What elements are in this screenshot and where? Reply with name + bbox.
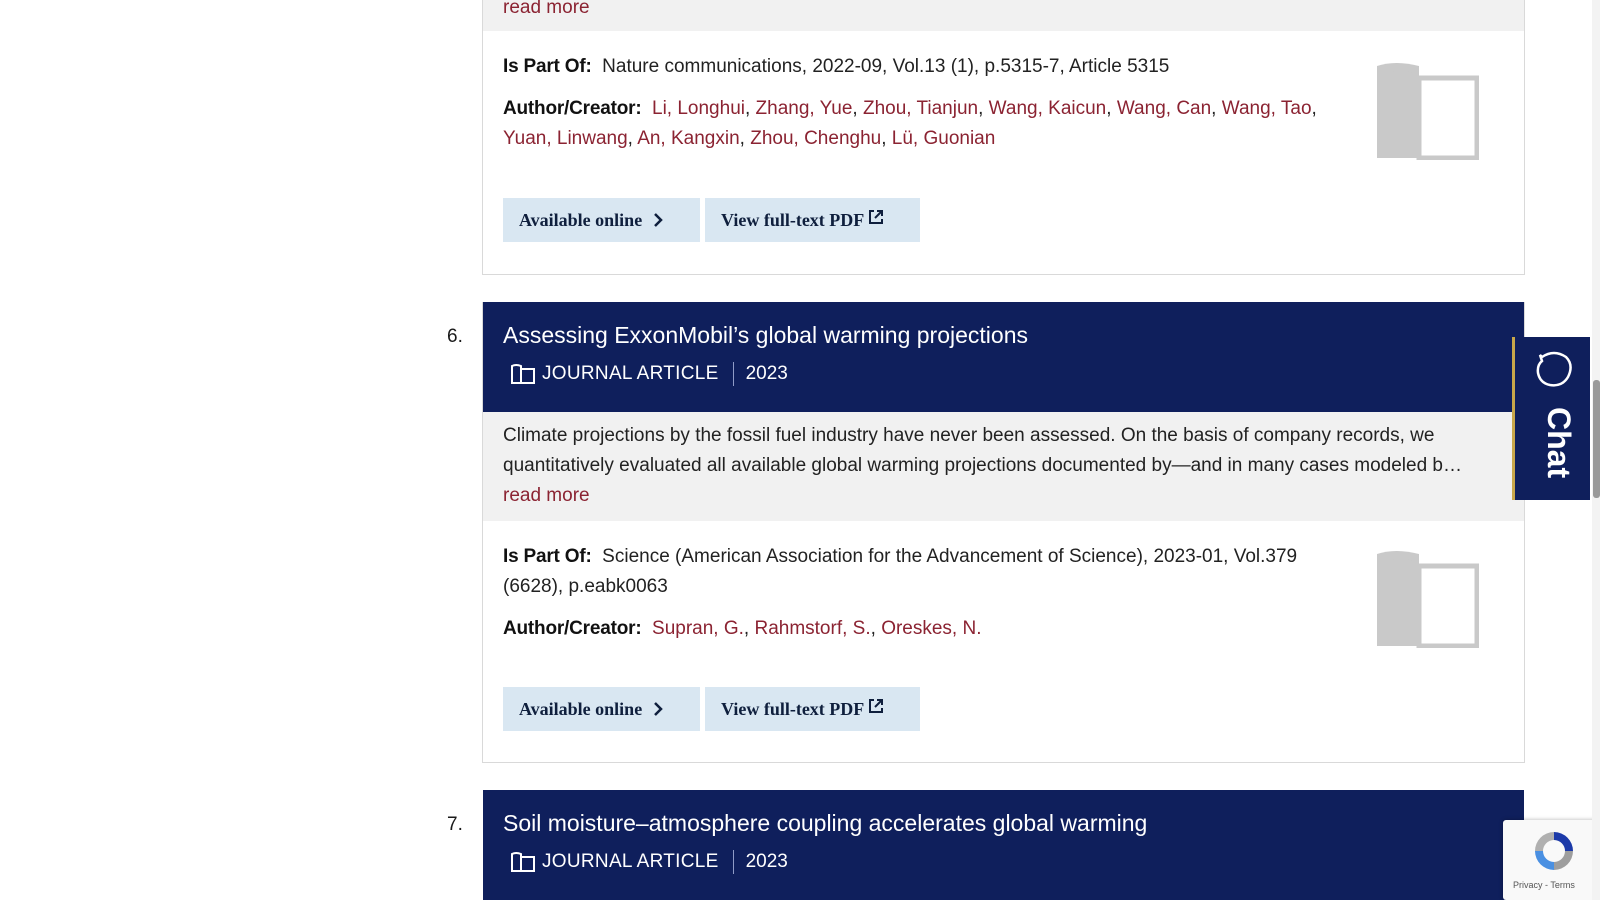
result-title[interactable]: Assessing ExxonMobil’s global warming pr… [503, 322, 1028, 349]
view-pdf-label: View full-text PDF [721, 698, 865, 719]
view-pdf-button[interactable]: View full-text PDF [705, 687, 920, 731]
author-link[interactable]: Lü, Guonian [892, 128, 996, 149]
abstract-line: quantitatively evaluated all available g… [503, 455, 1462, 476]
available-online-label: Available online [519, 209, 643, 230]
external-link-icon [869, 699, 884, 713]
scrollbar-thumb[interactable] [1593, 380, 1600, 498]
author-link[interactable]: Wang, Tao [1222, 98, 1312, 119]
is-part-of: Is Part Of: Science (American Associatio… [503, 542, 1343, 602]
author-label: Author/Creator: [503, 618, 642, 639]
publication-year: 2023 [745, 363, 788, 384]
is-part-of-value: Science (American Association for the Ad… [602, 546, 1298, 567]
is-part-of-value: (6628), p.eabk0063 [503, 576, 668, 597]
author-link[interactable]: Oreskes, N. [881, 618, 981, 639]
abstract-line: Climate projections by the fossil fuel i… [503, 425, 1435, 446]
author-link[interactable]: Rahmstorf, S. [754, 618, 870, 639]
is-part-of: Is Part Of: Nature communications, 2022-… [503, 52, 1323, 82]
is-part-of-label: Is Part Of: [503, 546, 592, 567]
is-part-of-label: Is Part Of: [503, 56, 592, 77]
resource-type: JOURNAL ARTICLE [542, 851, 719, 872]
available-online-label: Available online [519, 698, 643, 719]
author-label: Author/Creator: [503, 98, 642, 119]
author-link[interactable]: Wang, Kaicun [989, 98, 1107, 119]
result-number: 6. [447, 326, 463, 347]
author-link[interactable]: Yuan, Linwang [503, 128, 628, 149]
available-online-button[interactable]: Available online [503, 687, 700, 731]
chevron-right-icon [654, 702, 663, 716]
recaptcha-links[interactable]: Privacy - Terms [1513, 880, 1575, 890]
author-link[interactable]: Zhang, Yue [756, 98, 853, 119]
abstract-text: Climate projections by the fossil fuel i… [503, 421, 1513, 511]
result-number: 7. [447, 814, 463, 835]
result-title[interactable]: Soil moisture–atmosphere coupling accele… [503, 810, 1147, 837]
chat-bubble-icon [1536, 351, 1572, 387]
result-meta: JOURNAL ARTICLE 2023 [510, 362, 788, 386]
authors: Author/Creator: Li, Longhui, Zhang, Yue,… [503, 98, 1317, 149]
author-link[interactable]: Zhou, Chenghu [750, 128, 881, 149]
external-link-icon [869, 210, 884, 224]
view-pdf-button[interactable]: View full-text PDF [705, 198, 920, 242]
chevron-right-icon [654, 213, 663, 227]
is-part-of-value: Nature communications, 2022-09, Vol.13 (… [602, 56, 1170, 77]
book-icon [1377, 63, 1479, 160]
author-link[interactable]: Supran, G. [652, 618, 744, 639]
book-icon [1377, 551, 1479, 648]
publication-year: 2023 [745, 851, 788, 872]
result-meta: JOURNAL ARTICLE 2023 [510, 850, 788, 874]
author-link[interactable]: Wang, Can [1117, 98, 1211, 119]
view-pdf-label: View full-text PDF [721, 209, 865, 230]
meta-divider [732, 362, 734, 386]
read-more-link[interactable]: read more [503, 0, 590, 23]
authors: Author/Creator: Supran, G., Rahmstorf, S… [503, 618, 982, 639]
recaptcha-icon [1535, 832, 1573, 870]
book-icon [511, 364, 535, 384]
chat-button[interactable]: Chat [1512, 337, 1590, 500]
meta-divider [732, 850, 734, 874]
recaptcha-badge[interactable]: Privacy - Terms [1503, 820, 1600, 900]
chat-label: Chat [1541, 407, 1577, 479]
result-header-6 [483, 302, 1524, 412]
author-link[interactable]: An, Kangxin [637, 128, 739, 149]
abstract-area-5 [483, 0, 1524, 31]
author-link[interactable]: Zhou, Tianjun [863, 98, 978, 119]
result-header-7 [483, 790, 1524, 900]
available-online-button[interactable]: Available online [503, 198, 700, 242]
author-link[interactable]: Li, Longhui [652, 98, 745, 119]
book-icon [511, 852, 535, 872]
read-more-link[interactable]: read more [503, 485, 590, 506]
resource-type: JOURNAL ARTICLE [542, 363, 719, 384]
